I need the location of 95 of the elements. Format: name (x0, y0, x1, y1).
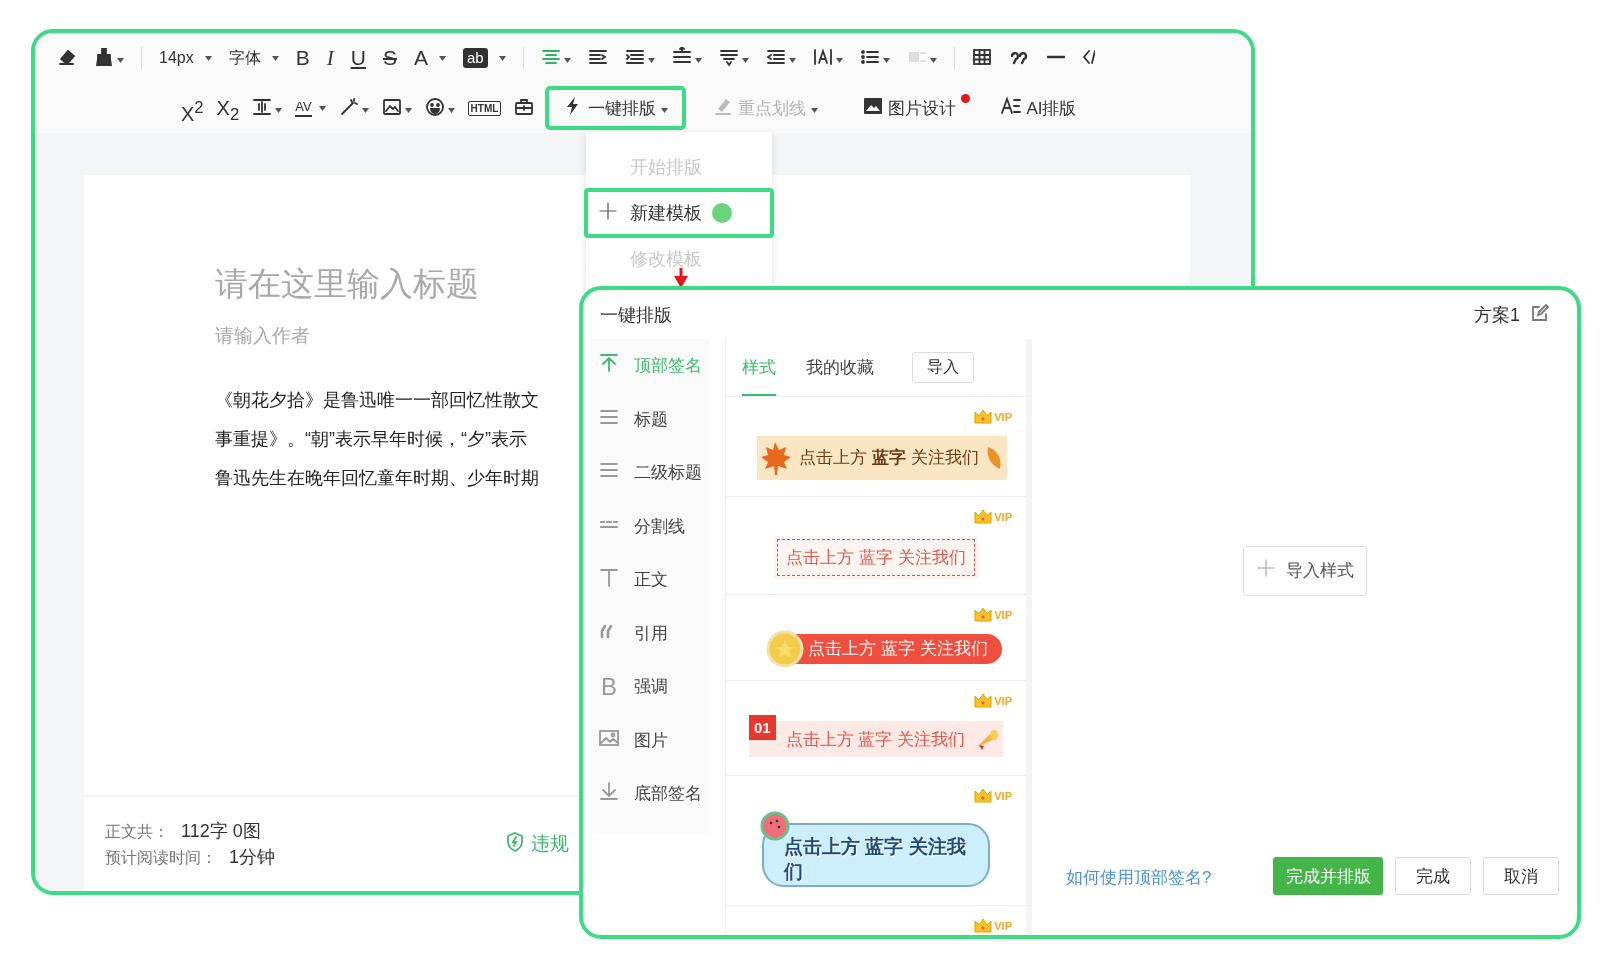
caret-icon (447, 107, 455, 113)
dialog-title: 一键排版 (600, 303, 673, 327)
caret-icon (361, 107, 369, 113)
toolbar-feature-button[interactable]: AI排版 (985, 88, 1093, 128)
style-card[interactable]: VIP 点击上方 蓝字 关注我们 (726, 776, 1026, 906)
caret-icon (882, 57, 890, 63)
scheme-name: 方案1 (1474, 303, 1520, 327)
caret-icon (271, 55, 279, 61)
toolbar-feature-button[interactable]: 图片设计 (847, 88, 973, 128)
caret-icon (788, 57, 796, 63)
arrow-icon (673, 268, 689, 288)
highlight-button[interactable]: ab (462, 48, 488, 68)
stat-label: 正文共： (105, 822, 169, 842)
bold-letter-icon: B (599, 672, 619, 701)
body-text: 《朝花夕拾》是鲁迅唯一一部回忆性散文 事重提》。“朝”表示早年时候，“夕”表示 鲁迅先生在晚年回忆童年时期、少年时期 (215, 389, 540, 490)
dialog-button[interactable]: 取消 (1483, 857, 1560, 895)
subscript-button[interactable]: X$_{2}$ (216, 95, 240, 121)
banner-text: 点击上方 蓝字 关注我们 (799, 447, 979, 469)
font-size-dropdown[interactable]: 14px (159, 45, 194, 71)
edit-icon[interactable] (1530, 302, 1550, 323)
font-family-dropdown[interactable]: 字体 (228, 45, 261, 71)
style-card[interactable]: VIP 点击上方 蓝字 关注我们 (726, 595, 1026, 681)
text-format-icon[interactable] (1001, 95, 1022, 116)
crown-icon (974, 693, 993, 708)
banner-text: 点击上方 蓝字 关注我们 (808, 638, 988, 660)
import-button[interactable]: 导入 (912, 352, 974, 383)
crown-icon (974, 918, 993, 933)
number-tag: 01 (748, 715, 776, 740)
category-item[interactable]: 标题 (591, 392, 710, 446)
menu-item[interactable]: 新建模板 (586, 190, 772, 236)
brush-icon[interactable] (94, 46, 114, 67)
caret-icon (929, 57, 937, 63)
caret-icon (438, 55, 446, 61)
category-item[interactable]: 正文 (591, 553, 710, 607)
strike-button[interactable]: S (382, 45, 397, 71)
caret-icon (204, 55, 212, 61)
italic-button[interactable]: I (326, 45, 334, 71)
stat-label: 预计阅读时间： (105, 848, 217, 868)
crown-icon (974, 607, 993, 622)
vip-label: VIP (994, 694, 1012, 707)
caret-icon (811, 108, 819, 113)
category-item[interactable]: 图片 (591, 713, 710, 767)
text-direction-icon[interactable] (812, 46, 833, 67)
banner-text: 点击上方 蓝字 关注我们 (785, 728, 966, 751)
caret-icon (498, 55, 506, 61)
vip-label: VIP (994, 789, 1012, 802)
crown-icon (974, 409, 993, 424)
toolbar-feature-button[interactable]: 一键排版 (547, 88, 685, 128)
caret-icon (661, 108, 669, 113)
cursor-dot (712, 203, 732, 223)
superscript-button[interactable]: X$^{2}$ (181, 95, 204, 121)
text-icon[interactable] (599, 567, 619, 588)
category-item[interactable]: 底部签名 (591, 767, 710, 821)
vip-label: VIP (994, 608, 1012, 621)
category-item[interactable]: B 强调 (591, 660, 710, 714)
crown-icon (974, 509, 993, 524)
banner-text: 点击上方 蓝字 关注我们 (786, 547, 966, 569)
style-card[interactable]: VIP 点击上方 蓝字 关注我们 (726, 397, 1026, 497)
caret-icon (318, 105, 326, 111)
medal-icon (766, 629, 805, 668)
caret-icon (275, 107, 283, 113)
color-button[interactable]: A (413, 45, 428, 71)
caret-icon (117, 57, 124, 63)
underline-button[interactable]: U (350, 45, 366, 71)
style-card[interactable]: VIP 01 点击上方 蓝字 关注我们 (726, 681, 1026, 776)
line-height-icon[interactable] (252, 96, 273, 117)
style-card[interactable]: VIP 点击上方 蓝字 关注我们 (726, 497, 1026, 595)
banner-text: 点击上方 蓝字 关注我们 (784, 834, 967, 884)
category-item[interactable]: 引用 (591, 606, 710, 660)
arrow-down-icon[interactable] (599, 781, 619, 802)
vip-label: VIP (994, 919, 1012, 932)
category-item[interactable]: 二级标题 (591, 446, 710, 500)
magic-wand-icon[interactable] (338, 96, 359, 117)
bold-button[interactable]: B (295, 45, 310, 71)
caret-icon (563, 57, 571, 63)
stat-value: 112字 0图 (181, 820, 261, 843)
plus-icon[interactable] (598, 200, 618, 221)
letter-spacing-button[interactable]: AV (295, 99, 312, 117)
image-icon[interactable] (863, 95, 884, 116)
caret-icon (835, 57, 843, 63)
vip-label: VIP (994, 510, 1012, 523)
vip-label: VIP (994, 410, 1012, 423)
caret-icon (647, 57, 655, 63)
tab[interactable]: 我的收藏 (806, 339, 874, 396)
crown-icon (974, 788, 993, 803)
caret-icon (694, 57, 702, 63)
import-style-button[interactable]: 导入样式 (1242, 545, 1367, 596)
caret-icon (741, 57, 749, 63)
category-item[interactable]: 分割线 (591, 499, 710, 553)
caret-icon (404, 107, 412, 113)
image-icon[interactable] (381, 96, 402, 117)
stat-value: 1分钟 (229, 846, 275, 869)
html-button[interactable]: HTML (467, 100, 502, 116)
dialog-button[interactable]: 完成 (1395, 857, 1472, 895)
emoji-icon[interactable] (424, 96, 445, 117)
